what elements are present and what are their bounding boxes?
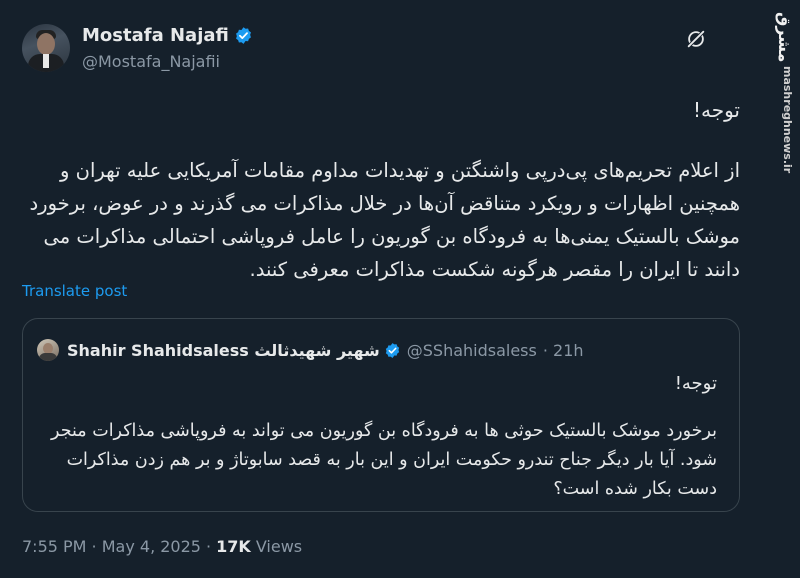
quoted-tweet-time[interactable]: · 21h <box>543 341 584 360</box>
quoted-tweet-header: Shahir Shahidsaless شهیر شهیدثالث @SShah… <box>37 339 584 361</box>
quoted-author-name[interactable]: Shahir Shahidsaless شهیر شهیدثالث <box>67 341 380 360</box>
watermark-logo: مشرق <box>775 12 794 63</box>
quoted-author-handle[interactable]: @SShahidsaless <box>407 341 537 360</box>
verified-badge-icon <box>235 27 251 44</box>
watermark-site: mashreghnews.ir <box>781 66 794 174</box>
tweet-meta: 7:55 PM · May 4, 2025 · 17K Views <box>22 537 302 556</box>
author-avatar[interactable] <box>22 24 70 72</box>
tweet-header: Mostafa Najafi @Mostafa_Najafii <box>22 20 582 80</box>
tweet-body: از اعلام تحریم‌های پی‌درپی واشنگتن و تهد… <box>29 159 741 281</box>
author-name[interactable]: Mostafa Najafi <box>82 25 229 46</box>
verified-badge-icon <box>385 342 399 358</box>
quoted-tweet-body: برخورد موشک بالستیک حوثی ها به فرودگاه ب… <box>51 421 717 499</box>
tweet-timestamp[interactable]: 7:55 PM · May 4, 2025 · <box>22 537 211 556</box>
author-name-row: Mostafa Najafi <box>82 25 253 46</box>
grok-icon[interactable] <box>685 28 707 50</box>
views-label: Views <box>255 537 303 556</box>
quoted-author-avatar[interactable] <box>37 339 59 361</box>
views-count: 17K <box>216 537 251 556</box>
author-handle[interactable]: @Mostafa_Najafii <box>82 52 220 71</box>
quoted-tweet-title: توجه! <box>674 373 717 394</box>
mashregh-watermark: مشرق mashreghnews.ir <box>764 12 794 174</box>
translate-post-link[interactable]: Translate post <box>22 282 127 300</box>
tweet-title: توجه! <box>692 98 740 122</box>
quoted-tweet-card[interactable]: Shahir Shahidsaless شهیر شهیدثالث @SShah… <box>22 318 740 512</box>
